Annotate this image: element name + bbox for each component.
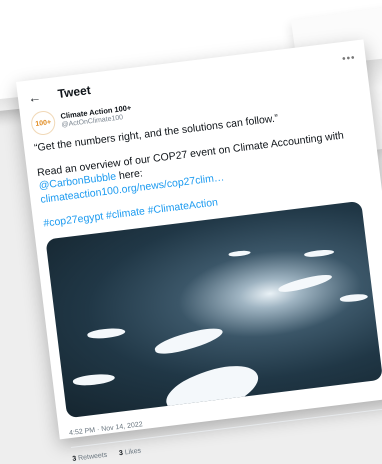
retweets-count: 3 [71, 454, 77, 463]
header-title: Tweet [56, 83, 92, 101]
ice-floe [339, 292, 369, 303]
more-horizontal-icon[interactable]: ••• [341, 52, 356, 65]
ice-floe [228, 249, 251, 257]
tweet-photo[interactable] [45, 200, 382, 418]
tweet-stats: 3 Retweets 3 Likes [72, 415, 382, 462]
tweet-line-suffix: here: [115, 167, 144, 183]
retweets-label: Retweets [77, 451, 108, 462]
retweets-stat[interactable]: 3 Retweets [72, 451, 108, 462]
ice-floe [72, 371, 116, 387]
likes-label: Likes [124, 447, 142, 456]
ice-floe [152, 322, 225, 359]
ice-floe [303, 248, 335, 258]
ice-floe [86, 326, 126, 340]
tweet-card: ← Tweet ••• 100+ Climate Action 100+ @Ac… [16, 39, 382, 462]
likes-count: 3 [118, 449, 124, 457]
ice-floe [277, 270, 333, 295]
arrow-left-icon[interactable]: ← [27, 88, 47, 105]
avatar[interactable]: 100+ [29, 109, 57, 137]
likes-stat[interactable]: 3 Likes [119, 447, 142, 457]
